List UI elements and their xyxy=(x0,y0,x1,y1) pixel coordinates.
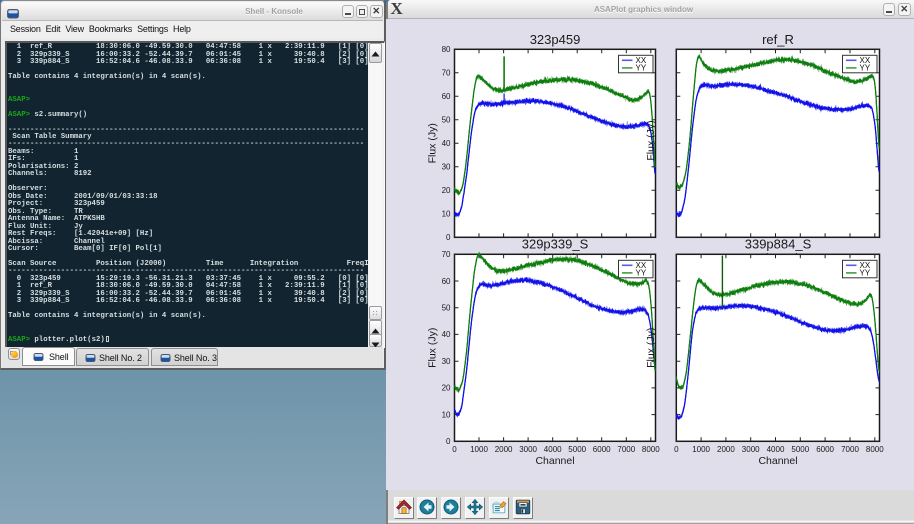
svg-text:10: 10 xyxy=(442,410,451,419)
svg-text:YY: YY xyxy=(636,269,647,278)
svg-text:Channel: Channel xyxy=(535,455,574,467)
svg-text:Flux (Jy): Flux (Jy) xyxy=(427,328,439,368)
svg-text:20: 20 xyxy=(442,384,451,393)
svg-text:70: 70 xyxy=(442,250,451,259)
svg-text:80: 80 xyxy=(442,45,451,54)
svg-text:7000: 7000 xyxy=(841,445,859,454)
svg-text:3000: 3000 xyxy=(742,445,760,454)
svg-text:0: 0 xyxy=(452,445,457,454)
svg-text:8000: 8000 xyxy=(866,445,884,454)
svg-text:4000: 4000 xyxy=(767,445,785,454)
svg-text:60: 60 xyxy=(442,277,451,286)
svg-text:60: 60 xyxy=(442,92,451,101)
svg-text:20: 20 xyxy=(442,186,451,195)
svg-text:50: 50 xyxy=(442,304,451,313)
svg-text:50: 50 xyxy=(442,116,451,125)
svg-text:5000: 5000 xyxy=(791,445,809,454)
svg-text:329p339_S: 329p339_S xyxy=(522,237,589,252)
svg-text:Flux (Jy): Flux (Jy) xyxy=(645,120,657,160)
svg-text:YY: YY xyxy=(860,64,871,73)
svg-text:40: 40 xyxy=(442,139,451,148)
svg-text:7000: 7000 xyxy=(617,445,635,454)
svg-text:6000: 6000 xyxy=(816,445,834,454)
svg-text:30: 30 xyxy=(442,163,451,172)
svg-text:5000: 5000 xyxy=(568,445,586,454)
svg-text:30: 30 xyxy=(442,357,451,366)
svg-text:0: 0 xyxy=(446,233,451,242)
svg-text:0: 0 xyxy=(446,437,451,446)
svg-text:40: 40 xyxy=(442,330,451,339)
svg-text:339p884_S: 339p884_S xyxy=(745,237,812,252)
svg-text:2000: 2000 xyxy=(495,445,513,454)
svg-text:3000: 3000 xyxy=(519,445,537,454)
svg-text:323p459: 323p459 xyxy=(530,32,581,47)
svg-text:Flux (Jy): Flux (Jy) xyxy=(427,123,439,163)
svg-text:70: 70 xyxy=(442,69,451,78)
svg-text:Channel: Channel xyxy=(758,455,797,467)
svg-text:YY: YY xyxy=(860,269,871,278)
svg-text:YY: YY xyxy=(636,64,647,73)
svg-text:8000: 8000 xyxy=(642,445,660,454)
svg-text:0: 0 xyxy=(674,445,679,454)
svg-text:6000: 6000 xyxy=(593,445,611,454)
svg-text:10: 10 xyxy=(442,210,451,219)
svg-text:4000: 4000 xyxy=(544,445,562,454)
svg-text:1000: 1000 xyxy=(470,445,488,454)
svg-text:Flux (Jy): Flux (Jy) xyxy=(645,328,657,368)
svg-text:2000: 2000 xyxy=(717,445,735,454)
svg-text:1000: 1000 xyxy=(692,445,710,454)
svg-text:ref_R: ref_R xyxy=(762,32,794,47)
